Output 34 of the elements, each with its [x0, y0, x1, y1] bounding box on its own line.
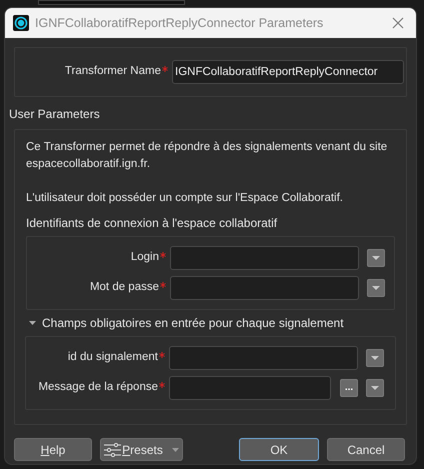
browse-button[interactable]: ... — [340, 379, 358, 397]
caret-icon — [372, 286, 380, 290]
dropdown-button[interactable] — [366, 349, 384, 367]
description-text: Ce Transformer permet de répondre à des signalements venant du site espacecollaboratif.ign.fr. — [26, 140, 388, 172]
caret-icon — [172, 448, 179, 452]
description-text: L'utilisateur doit posséder un compte sur l'Espace Collaboratif. — [26, 191, 344, 206]
ok-button[interactable]: OK — [239, 438, 319, 461]
caret-icon — [371, 386, 379, 390]
caret-icon — [371, 356, 379, 360]
caret-icon — [372, 256, 380, 260]
group-title: Identifiants de connexion à l'espace collaboratif — [26, 215, 278, 232]
expand-icon[interactable] — [29, 321, 36, 325]
group-title: Champs obligatoires en entrée pour chaque signalement — [42, 315, 344, 332]
sliders-icon — [104, 442, 122, 456]
section-title: User Parameters — [9, 106, 101, 123]
input-field[interactable] — [170, 246, 359, 270]
help-button[interactable]: Help — [14, 438, 92, 461]
input-field[interactable] — [169, 346, 358, 370]
name-field[interactable]: IGNFCollaboratifReportReplyConnector — [172, 60, 404, 84]
input-field[interactable] — [169, 376, 331, 400]
window-title: IGNFCollaboratifReportReplyConnector Parameters — [35, 14, 324, 32]
dropdown-button[interactable] — [367, 279, 385, 297]
field-label: Login — [130, 250, 159, 266]
close-button[interactable] — [390, 15, 406, 31]
app-icon — [13, 15, 29, 31]
presets-button[interactable]: Presets — [100, 438, 183, 461]
field-label: Transformer Name — [64, 64, 161, 80]
cancel-button[interactable]: Cancel — [327, 438, 405, 461]
field-label: id du signalement — [68, 350, 158, 366]
field-label: Message de la réponse — [38, 380, 158, 396]
dropdown-button[interactable] — [367, 249, 385, 267]
dropdown-button[interactable] — [366, 379, 384, 397]
field-label: Mot de passe — [90, 280, 159, 296]
input-field[interactable] — [170, 276, 359, 300]
